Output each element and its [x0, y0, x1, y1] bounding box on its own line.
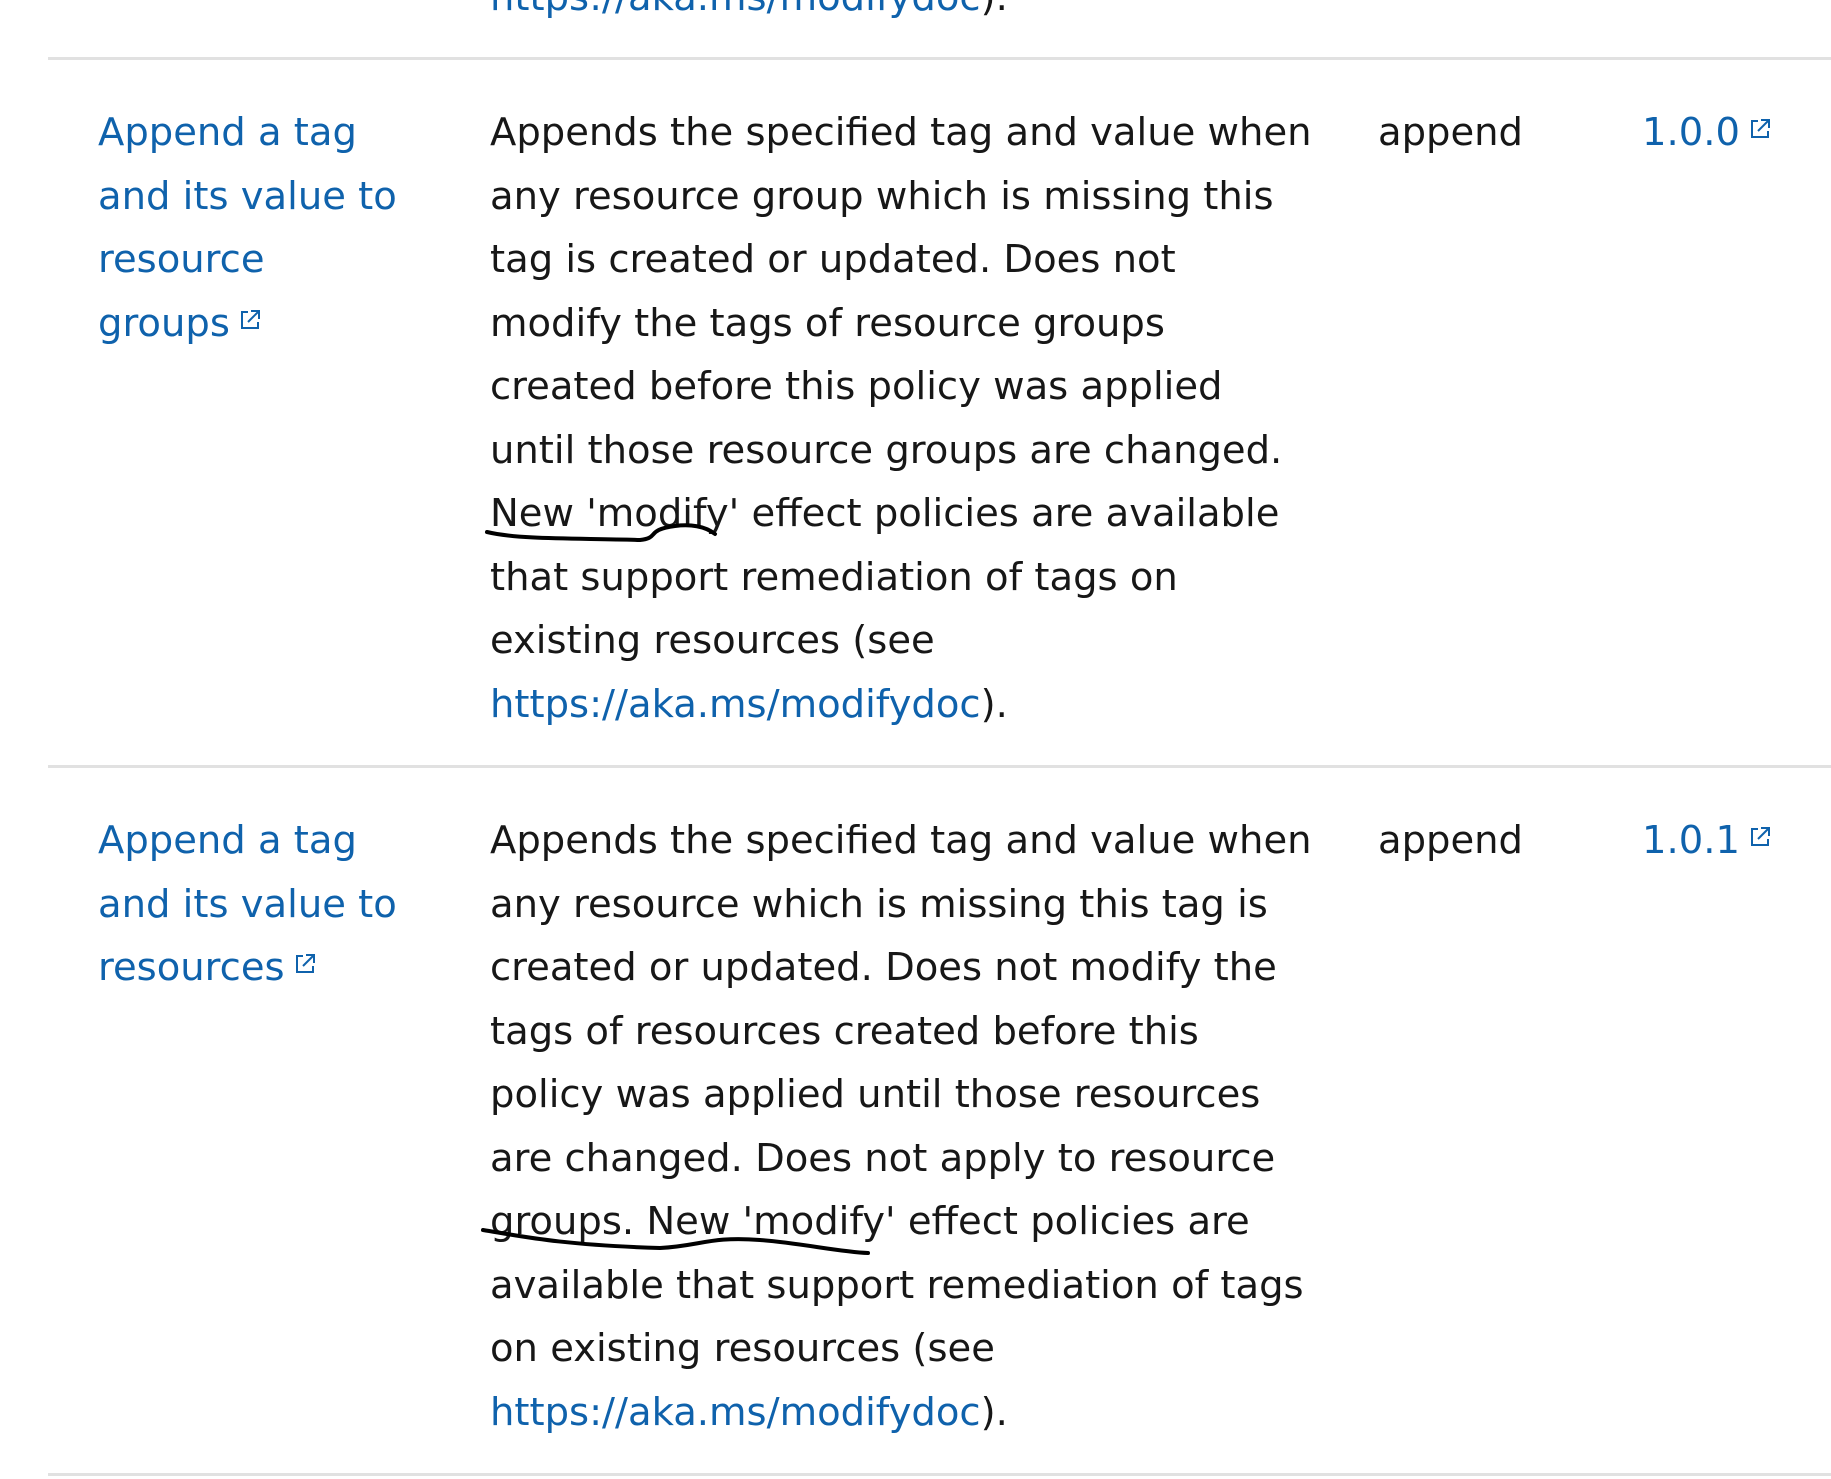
external-link-icon — [238, 308, 262, 332]
description-line: available that support remediation of ta… — [490, 1262, 1304, 1308]
version-label: 1.0.0 — [1642, 110, 1740, 155]
description-line: created before this policy was applied — [490, 364, 1223, 409]
description-text: ). — [981, 0, 1008, 20]
policy-version-link[interactable]: 1.0.1 — [1642, 809, 1772, 873]
modifydoc-link[interactable]: https://aka.ms/modifydoc — [490, 1390, 981, 1435]
external-link-icon — [1748, 825, 1772, 849]
row-divider — [48, 1473, 1831, 1476]
policy-name-line: Append a tag — [98, 818, 357, 863]
description-line: until those resource groups are changed. — [490, 427, 1283, 473]
description-line: that support remediation of tags on — [490, 554, 1178, 600]
description-line: any resource group which is missing this — [490, 173, 1274, 219]
description-text: ). — [980, 1389, 1008, 1435]
description-line: tag is created or updated. Does not — [490, 237, 1176, 282]
modifydoc-link[interactable]: https://aka.ms/modifydoc — [490, 682, 981, 727]
description-text: ). — [980, 681, 1008, 727]
row-divider — [48, 57, 1831, 60]
policy-description: Appends the specified tag and value when… — [490, 809, 1312, 1444]
description-line: groups. New 'modify' effect policies are — [490, 1199, 1250, 1244]
policy-name-line: and its value to — [98, 881, 397, 927]
description-line: any resource which is missing this tag i… — [490, 881, 1268, 927]
description-line: Appends the specified tag and value when — [490, 818, 1312, 863]
policy-name-line: resources — [98, 945, 285, 990]
description-line: created or updated. Does not modify the — [490, 945, 1277, 990]
description-line: are changed. Does not apply to resource — [490, 1135, 1276, 1181]
row-divider — [48, 765, 1831, 768]
policy-effect: append — [1378, 818, 1523, 863]
description-line: New 'modify' effect policies are availab… — [490, 491, 1280, 536]
description-line: existing resources (see — [490, 618, 935, 663]
policy-version-link[interactable]: 1.0.0 — [1642, 101, 1772, 165]
policy-description: Appends the specified tag and value when… — [490, 101, 1312, 736]
policy-name-line: resource — [98, 237, 265, 282]
policy-effect: append — [1378, 110, 1523, 155]
policy-name-line: Append a tag — [98, 110, 357, 155]
description-line: policy was applied until those resources — [490, 1072, 1261, 1117]
policy-name-line: and its value to — [98, 173, 397, 219]
policy-name-link[interactable]: Append a tag and its value to resource g… — [98, 101, 428, 355]
policy-name-link[interactable]: Append a tag and its value to resources — [98, 809, 428, 1000]
description-line: tags of resources created before this — [490, 1008, 1199, 1054]
description-line: Appends the specified tag and value when — [490, 110, 1312, 155]
external-link-icon — [293, 952, 317, 976]
modifydoc-link[interactable]: https://aka.ms/modifydoc — [490, 0, 981, 20]
policy-name-line: groups — [98, 300, 230, 346]
description-line: on existing resources (see — [490, 1326, 995, 1371]
previous-row-description-tail: https://aka.ms/modifydoc). — [490, 0, 1008, 30]
version-label: 1.0.1 — [1642, 818, 1740, 863]
external-link-icon — [1748, 117, 1772, 141]
description-line: modify the tags of resource groups — [490, 300, 1165, 346]
